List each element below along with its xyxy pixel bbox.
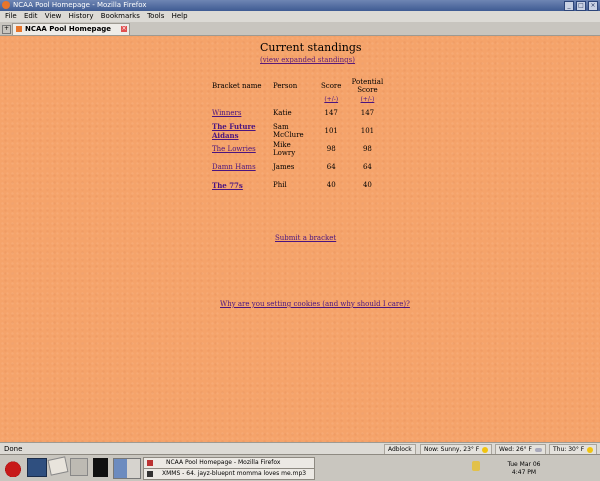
sun-icon	[587, 446, 594, 453]
view-expanded-link[interactable]: (view expanded standings)	[260, 56, 355, 64]
sun-icon	[482, 446, 489, 453]
menu-view[interactable]: View	[45, 11, 62, 22]
weather-now-label: Now: Sunny, 23° F	[424, 446, 480, 453]
table-row: The 77s Phil 40 40	[209, 176, 390, 194]
task-label: XMMS - 64. jayz-bluepnt momma loves me.m…	[162, 470, 307, 477]
tab-ncaa-pool[interactable]: NCAA Pool Homepage ×	[12, 23, 130, 35]
table-row: The Future Aidans Sam McClure 101 101	[209, 122, 390, 140]
launcher-icon[interactable]	[70, 458, 88, 476]
lock-icon[interactable]	[472, 461, 480, 471]
task-xmms[interactable]: XMMS - 64. jayz-bluepnt momma loves me.m…	[143, 468, 315, 480]
potential-cell: 40	[362, 181, 372, 189]
tab-label: NCAA Pool Homepage	[25, 25, 112, 33]
pager-icon[interactable]	[113, 458, 141, 479]
cloud-icon	[535, 447, 543, 452]
header-person: Person	[273, 82, 298, 90]
bracket-link[interactable]: The Future Aidans	[212, 122, 256, 140]
window-title: NCAA Pool Homepage - Mozilla Firefox	[13, 1, 147, 9]
window-controls: _ □ ×	[564, 1, 598, 11]
maximize-icon[interactable]: □	[576, 1, 586, 11]
table-header-row: Bracket name Person Score Potential Scor…	[209, 78, 390, 94]
menu-bookmarks[interactable]: Bookmarks	[101, 11, 140, 22]
submit-bracket-link[interactable]: Submit a bracket	[275, 234, 336, 242]
potential-cell: 101	[360, 127, 375, 135]
firefox-task-icon	[147, 460, 153, 466]
bracket-link[interactable]: Winners	[212, 109, 241, 117]
favicon-icon	[16, 26, 22, 32]
score-cell: 147	[324, 109, 338, 117]
score-cell: 64	[326, 163, 336, 171]
minimize-icon[interactable]: _	[564, 1, 574, 11]
page-content: Current standings (view expanded standin…	[0, 36, 600, 442]
menu-help[interactable]: Help	[172, 11, 188, 22]
status-text: Done	[4, 445, 23, 453]
bracket-link[interactable]: Damn Hams	[212, 163, 256, 171]
task-label: NCAA Pool Homepage - Mozilla Firefox	[166, 459, 281, 466]
person-cell: Katie	[273, 109, 292, 117]
sort-potential-link[interactable]: (+/-)	[361, 96, 375, 103]
weather-thu-label: Thu: 30° F	[553, 446, 585, 453]
person-cell: Mike Lowry	[273, 141, 296, 157]
mail-icon[interactable]	[47, 456, 69, 476]
score-cell: 101	[324, 127, 338, 135]
cookies-info-link[interactable]: Why are you setting cookies (and why sho…	[220, 300, 410, 308]
start-menu-icon[interactable]	[3, 458, 23, 477]
potential-cell: 98	[362, 145, 372, 153]
clock[interactable]: Tue Mar 06 4:47 PM	[504, 461, 544, 477]
tab-bar: + NCAA Pool Homepage ×	[0, 22, 600, 36]
person-cell: James	[273, 163, 295, 171]
table-row: The Lowries Mike Lowry 98 98	[209, 140, 390, 158]
close-icon[interactable]: ×	[588, 1, 598, 11]
table-row: Winners Katie 147 147	[209, 104, 390, 122]
weather-wed-label: Wed: 26° F	[499, 446, 533, 453]
table-row: Damn Hams James 64 64	[209, 158, 390, 176]
taskbar: NCAA Pool Homepage - Mozilla Firefox XMM…	[0, 454, 600, 481]
bracket-link[interactable]: The 77s	[212, 181, 243, 190]
new-tab-icon[interactable]: +	[2, 25, 11, 34]
adblock-label: Adblock	[388, 446, 412, 453]
tab-close-icon[interactable]: ×	[121, 26, 127, 32]
sort-score-link[interactable]: (+/-)	[324, 96, 338, 103]
clock-time: 4:47 PM	[511, 469, 537, 476]
menu-tools[interactable]: Tools	[147, 11, 164, 22]
workspace-icon[interactable]	[93, 458, 108, 477]
clock-date: Tue Mar 06	[507, 461, 541, 468]
person-cell: Sam McClure	[273, 123, 304, 139]
score-cell: 98	[326, 145, 336, 153]
standings-table: Bracket name Person Score Potential Scor…	[209, 78, 390, 194]
page-title: Current standings	[260, 41, 362, 54]
header-score: Score	[321, 82, 342, 90]
firefox-icon	[2, 1, 10, 9]
header-bracket: Bracket name	[212, 82, 262, 90]
xmms-task-icon	[147, 471, 153, 477]
person-cell: Phil	[273, 181, 287, 189]
menu-file[interactable]: File	[5, 11, 17, 22]
menu-edit[interactable]: Edit	[24, 11, 38, 22]
potential-cell: 147	[360, 109, 375, 117]
terminal-icon[interactable]	[27, 458, 47, 477]
table-sort-row: (+/-) (+/-)	[209, 94, 390, 104]
score-cell: 40	[326, 181, 336, 189]
header-potential: Potential Score	[351, 78, 384, 94]
potential-cell: 64	[362, 163, 372, 171]
menu-history[interactable]: History	[69, 11, 94, 22]
window-titlebar[interactable]: NCAA Pool Homepage - Mozilla Firefox _ □…	[0, 0, 600, 11]
bracket-link[interactable]: The Lowries	[212, 145, 256, 153]
